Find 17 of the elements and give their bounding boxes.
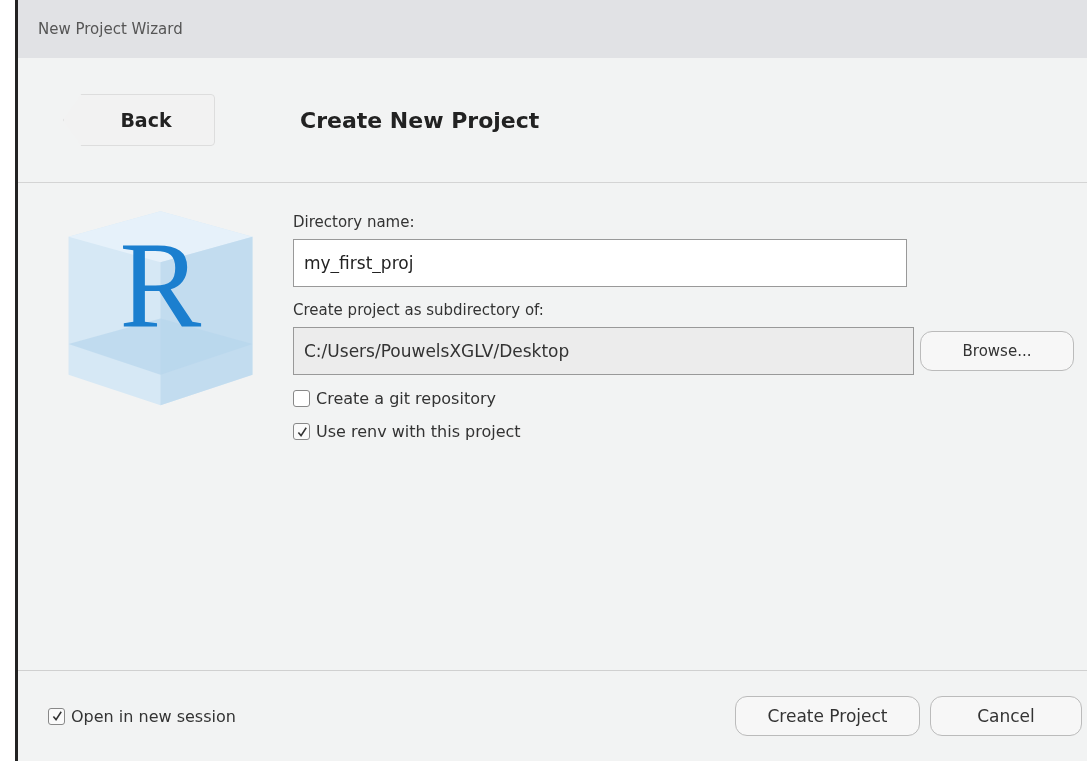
- checkbox-label: Create a git repository: [316, 389, 496, 408]
- dialog-button[interactable]: Create Project: [735, 696, 920, 736]
- field-label: Directory name:: [293, 213, 416, 231]
- check-icon: [50, 710, 63, 722]
- browse-button[interactable]: Browse...: [920, 331, 1074, 371]
- dialog-button[interactable]: Cancel: [930, 696, 1082, 736]
- checkbox[interactable]: [293, 390, 310, 407]
- checkbox-label: Open in new session: [71, 706, 236, 726]
- page-title: Create New Project: [300, 107, 540, 133]
- directory-name-field[interactable]: my_first_proj: [293, 239, 907, 287]
- check-icon: [295, 425, 308, 438]
- field-label: Create project as subdirectory of:: [293, 301, 545, 319]
- checkbox-label: Use renv with this project: [316, 422, 521, 441]
- checkbox[interactable]: [293, 423, 310, 440]
- window-title: New Project Wizard: [38, 20, 183, 38]
- checkbox[interactable]: [48, 707, 65, 725]
- back-button[interactable]: Back: [63, 94, 215, 146]
